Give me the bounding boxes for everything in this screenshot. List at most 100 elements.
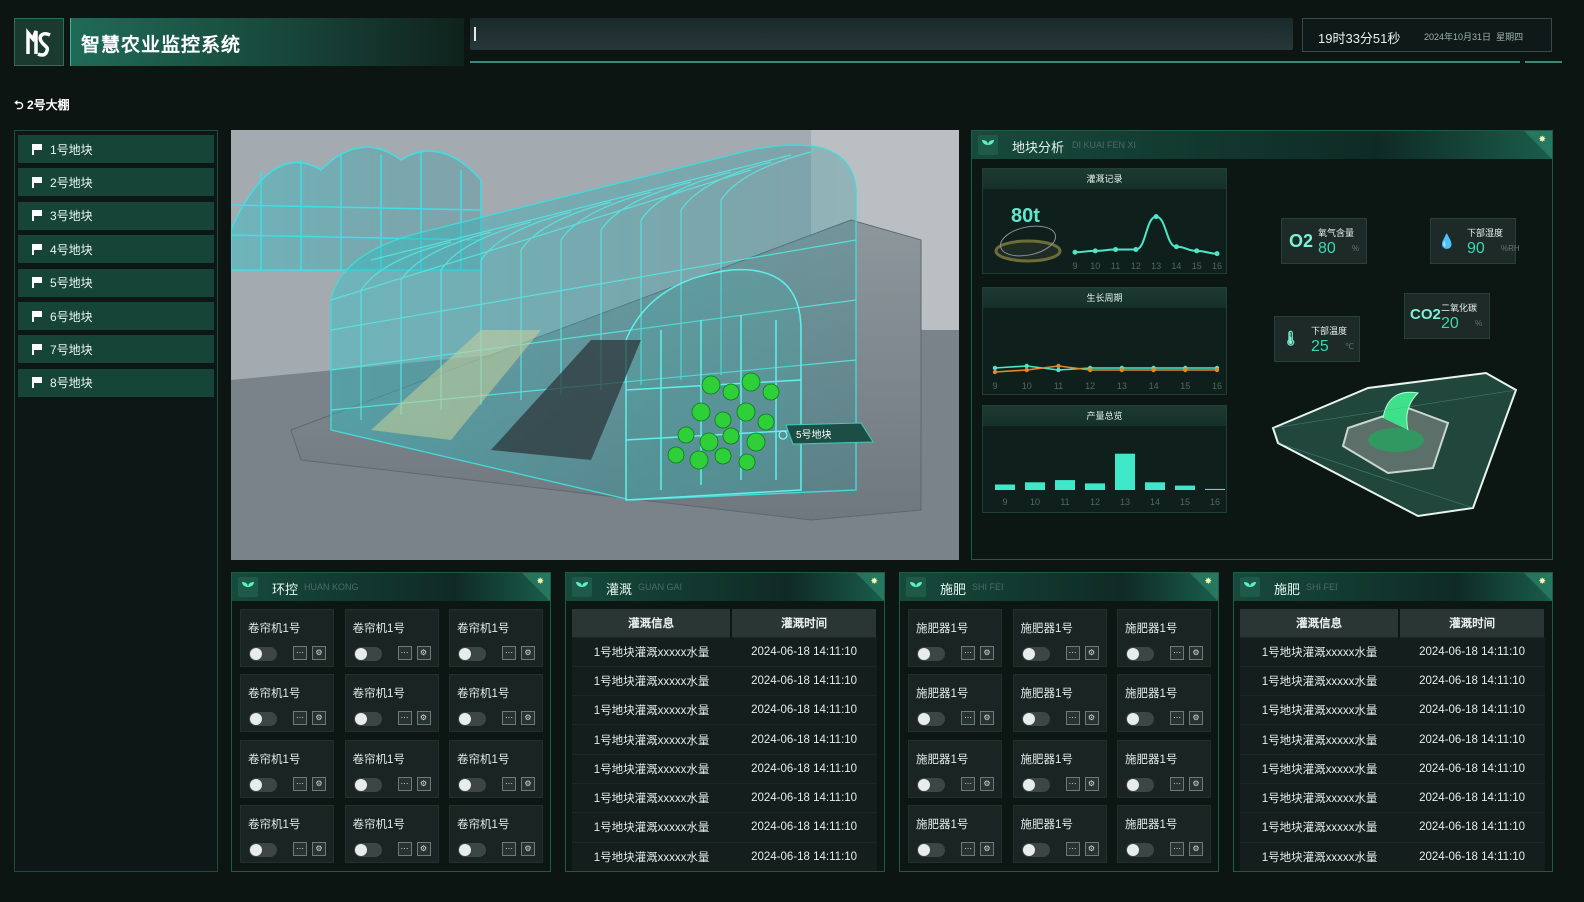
gear-icon[interactable]: ⚙ <box>312 646 326 660</box>
device-toggle[interactable] <box>458 712 486 727</box>
gear-icon[interactable]: ⚙ <box>1189 841 1203 856</box>
device-toggle[interactable] <box>1126 712 1154 727</box>
more-icon[interactable]: ⋯ <box>1170 841 1184 856</box>
device-toggle[interactable] <box>917 647 945 661</box>
more-icon[interactable]: ⋯ <box>1065 841 1080 856</box>
device-toggle[interactable] <box>917 712 945 727</box>
device-toggle[interactable] <box>458 842 486 857</box>
more-icon[interactable]: ⋯ <box>502 646 516 660</box>
device-toggle[interactable] <box>1021 712 1050 727</box>
device-toggle[interactable] <box>353 777 382 792</box>
more-icon[interactable]: ⋯ <box>293 776 307 791</box>
breadcrumb[interactable]: ⮌ 2号大棚 <box>14 96 70 117</box>
device-toggle[interactable] <box>1021 647 1050 661</box>
gear-icon[interactable]: ⚙ <box>1189 776 1203 791</box>
table-row[interactable]: 1号地块灌溉xxxxx水量 2024-06-18 14:11:10 <box>572 753 877 784</box>
more-icon[interactable]: ⋯ <box>961 711 975 726</box>
back-icon[interactable]: ⮌ <box>14 98 24 112</box>
more-icon[interactable]: ⋯ <box>397 776 412 791</box>
table-row[interactable]: 1号地块灌溉xxxxx水量 2024-06-18 14:11:10 <box>1240 636 1545 667</box>
gear-icon[interactable]: ⚙ <box>1084 841 1099 856</box>
device-toggle[interactable] <box>1126 647 1154 661</box>
gear-icon[interactable]: ⚙ <box>521 646 535 660</box>
sidebar-item-plot-5[interactable]: 5号地块 <box>18 268 214 297</box>
device-toggle[interactable] <box>458 647 486 661</box>
more-icon[interactable]: ⋯ <box>502 841 516 856</box>
more-icon[interactable]: ⋯ <box>502 711 516 726</box>
more-icon[interactable]: ⋯ <box>397 841 412 856</box>
device-toggle[interactable] <box>249 777 277 792</box>
sidebar-item-plot-1[interactable]: 1号地块 <box>18 135 214 163</box>
more-icon[interactable]: ⋯ <box>1170 646 1184 660</box>
sidebar-item-plot-7[interactable]: 7号地块 <box>18 335 214 364</box>
gear-icon[interactable]: ⚙ <box>1189 646 1203 660</box>
sidebar-item-plot-6[interactable]: 6号地块 <box>18 302 214 330</box>
gear-icon[interactable]: ⚙ <box>521 711 535 726</box>
sidebar-item-plot-2[interactable]: 2号地块 <box>18 168 214 197</box>
table-row[interactable]: 1号地块灌溉xxxxx水量 2024-06-18 14:11:10 <box>1240 753 1545 784</box>
table-row[interactable]: 1号地块灌溉xxxxx水量 2024-06-18 14:11:10 <box>572 812 877 843</box>
gear-icon[interactable]: ⚙ <box>312 841 326 856</box>
device-toggle[interactable] <box>249 647 277 661</box>
table-row[interactable]: 1号地块灌溉xxxxx水量 2024-06-18 14:11:10 <box>1240 782 1545 813</box>
table-row[interactable]: 1号地块灌溉xxxxx水量 2024-06-18 14:11:10 <box>572 724 877 755</box>
gear-icon[interactable]: ⚙ <box>416 776 431 791</box>
search-input[interactable] <box>470 18 1293 50</box>
table-row[interactable]: 1号地块灌溉xxxxx水量 2024-06-18 14:11:10 <box>1240 812 1545 843</box>
more-icon[interactable]: ⋯ <box>1170 776 1184 791</box>
more-icon[interactable]: ⋯ <box>397 711 412 726</box>
more-icon[interactable]: ⋯ <box>1065 711 1080 726</box>
table-row[interactable]: 1号地块灌溉xxxxx水量 2024-06-18 14:11:10 <box>1240 695 1545 725</box>
device-toggle[interactable] <box>1021 842 1050 857</box>
gear-icon[interactable]: ⚙ <box>312 776 326 791</box>
gear-icon[interactable]: ⚙ <box>521 841 535 856</box>
device-toggle[interactable] <box>1126 842 1154 857</box>
more-icon[interactable]: ⋯ <box>1065 776 1080 791</box>
device-toggle[interactable] <box>1126 777 1154 792</box>
gear-icon[interactable]: ⚙ <box>1084 711 1099 726</box>
table-row[interactable]: 1号地块灌溉xxxxx水量 2024-06-18 14:11:10 <box>1240 724 1545 755</box>
device-toggle[interactable] <box>353 647 382 661</box>
more-icon[interactable]: ⋯ <box>293 711 307 726</box>
sidebar-item-plot-4[interactable]: 4号地块 <box>18 235 214 264</box>
gear-icon[interactable]: ⚙ <box>1084 646 1099 660</box>
greenhouse-3d-view[interactable]: 5号地块 <box>231 130 959 560</box>
table-row[interactable]: 1号地块灌溉xxxxx水量 2024-06-18 14:11:10 <box>572 695 877 725</box>
table-row[interactable]: 1号地块灌溉xxxxx水量 2024-06-18 14:11:10 <box>572 665 877 696</box>
more-icon[interactable]: ⋯ <box>961 776 975 791</box>
device-toggle[interactable] <box>458 777 486 792</box>
table-row[interactable]: 1号地块灌溉xxxxx水量 2024-06-18 14:11:10 <box>1240 665 1545 696</box>
table-row[interactable]: 1号地块灌溉xxxxx水量 2024-06-18 14:11:10 <box>572 636 877 667</box>
gear-icon[interactable]: ⚙ <box>312 711 326 726</box>
device-toggle[interactable] <box>353 842 382 857</box>
gear-icon[interactable]: ⚙ <box>416 711 431 726</box>
sidebar-item-plot-8[interactable]: 8号地块 <box>18 368 214 397</box>
table-row[interactable]: 1号地块灌溉xxxxx水量 2024-06-18 14:11:10 <box>572 841 877 872</box>
gear-icon[interactable]: ⚙ <box>416 841 431 856</box>
more-icon[interactable]: ⋯ <box>961 646 975 660</box>
more-icon[interactable]: ⋯ <box>1065 646 1080 660</box>
sidebar-item-plot-3[interactable]: 3号地块 <box>18 201 214 230</box>
table-row[interactable]: 1号地块灌溉xxxxx水量 2024-06-18 14:11:10 <box>572 782 877 813</box>
device-toggle[interactable] <box>1021 777 1050 792</box>
more-icon[interactable]: ⋯ <box>502 776 516 791</box>
device-toggle[interactable] <box>249 712 277 727</box>
more-icon[interactable]: ⋯ <box>293 841 307 856</box>
gear-icon[interactable]: ⚙ <box>980 711 994 726</box>
gear-icon[interactable]: ⚙ <box>980 646 994 660</box>
more-icon[interactable]: ⋯ <box>293 646 307 660</box>
more-icon[interactable]: ⋯ <box>961 841 975 856</box>
gear-icon[interactable]: ⚙ <box>980 841 994 856</box>
gear-icon[interactable]: ⚙ <box>416 646 431 660</box>
device-toggle[interactable] <box>917 842 945 857</box>
table-row[interactable]: 1号地块灌溉xxxxx水量 2024-06-18 14:11:10 <box>1240 841 1545 872</box>
gear-icon[interactable]: ⚙ <box>1189 711 1203 726</box>
device-toggle[interactable] <box>249 842 277 857</box>
more-icon[interactable]: ⋯ <box>397 646 412 660</box>
device-toggle[interactable] <box>353 712 382 727</box>
more-icon[interactable]: ⋯ <box>1170 711 1184 726</box>
gear-icon[interactable]: ⚙ <box>1084 776 1099 791</box>
gear-icon[interactable]: ⚙ <box>521 776 535 791</box>
device-toggle[interactable] <box>917 777 945 792</box>
gear-icon[interactable]: ⚙ <box>980 776 994 791</box>
